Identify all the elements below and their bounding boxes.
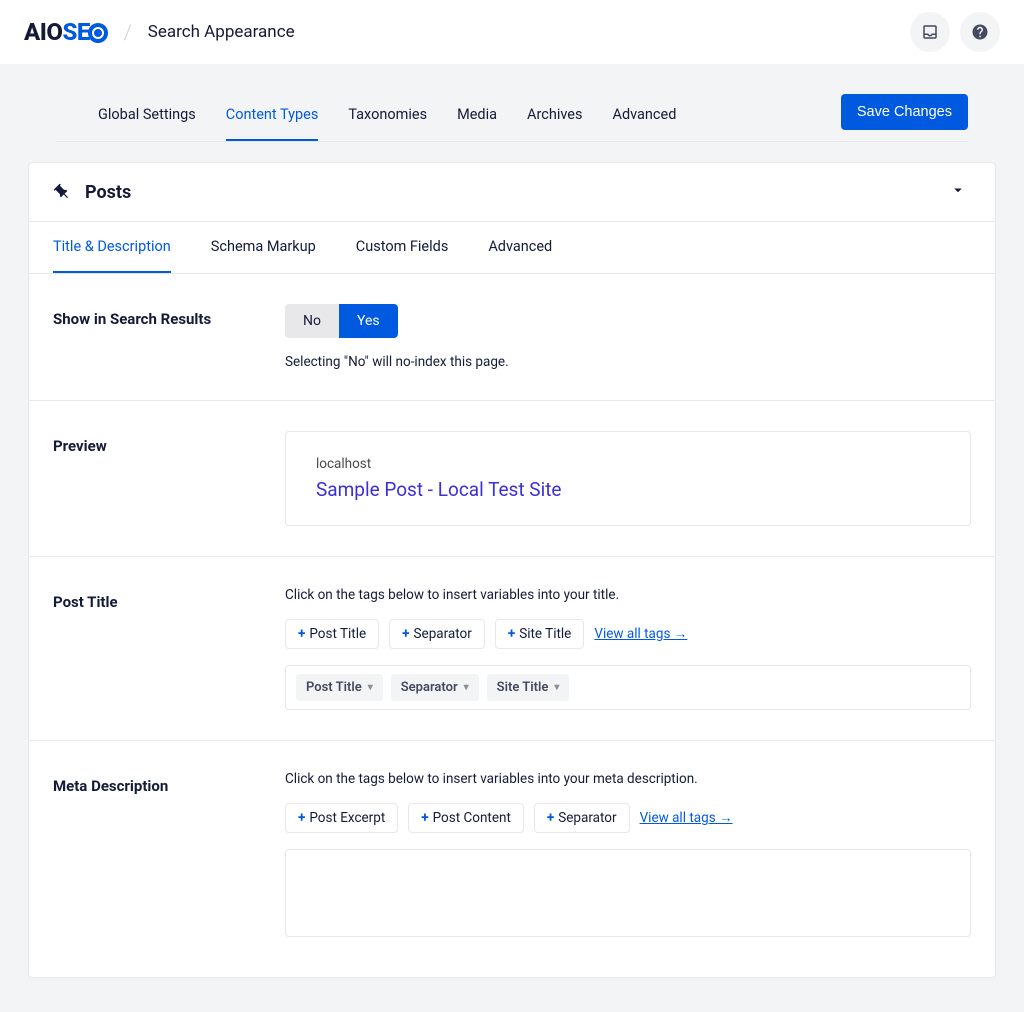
- pill-post-title[interactable]: Post Title▾: [296, 674, 383, 701]
- toggle-show-in-search: No Yes: [285, 304, 398, 338]
- main-tabs: Global Settings Content Types Taxonomies…: [98, 92, 676, 141]
- inner-tab-title-description[interactable]: Title & Description: [53, 222, 171, 273]
- content-show-in-search: No Yes Selecting "No" will no-index this…: [285, 304, 971, 370]
- row-show-in-search: Show in Search Results No Yes Selecting …: [29, 274, 995, 401]
- pill-site-title[interactable]: Site Title▾: [487, 674, 570, 701]
- tag-btn-meta-separator[interactable]: +Separator: [534, 803, 630, 833]
- gear-icon: [88, 23, 108, 43]
- content-preview: localhost Sample Post - Local Test Site: [285, 431, 971, 526]
- chevron-down-icon: [949, 181, 967, 203]
- tab-taxonomies[interactable]: Taxonomies: [348, 92, 427, 141]
- hint-show-in-search: Selecting "No" will no-index this page.: [285, 354, 971, 370]
- inner-tab-custom-fields[interactable]: Custom Fields: [356, 222, 449, 273]
- label-show-in-search: Show in Search Results: [53, 304, 285, 370]
- view-all-tags-title[interactable]: View all tags →: [594, 626, 687, 642]
- inner-tab-schema-markup[interactable]: Schema Markup: [211, 222, 316, 273]
- sub-nav: Global Settings Content Types Taxonomies…: [0, 92, 1024, 142]
- row-meta-description: Meta Description Click on the tags below…: [29, 741, 995, 977]
- sub-nav-wrapper: Global Settings Content Types Taxonomies…: [56, 92, 968, 142]
- row-post-title: Post Title Click on the tags below to in…: [29, 557, 995, 741]
- tab-archives[interactable]: Archives: [527, 92, 582, 141]
- plus-icon: +: [547, 810, 554, 826]
- tag-btn-post-content[interactable]: +Post Content: [408, 803, 524, 833]
- save-changes-button[interactable]: Save Changes: [841, 94, 968, 130]
- content-post-title: Click on the tags below to insert variab…: [285, 587, 971, 710]
- panel-title-wrap: Posts: [53, 182, 131, 203]
- preview-url: localhost: [316, 456, 940, 472]
- toggle-no[interactable]: No: [285, 304, 339, 338]
- row-preview: Preview localhost Sample Post - Local Te…: [29, 401, 995, 557]
- label-preview: Preview: [53, 431, 285, 526]
- chevron-down-icon: ▾: [464, 682, 469, 693]
- inner-tabs: Title & Description Schema Markup Custom…: [29, 221, 995, 274]
- label-post-title: Post Title: [53, 587, 285, 710]
- post-title-input[interactable]: Post Title▾ Separator▾ Site Title▾: [285, 665, 971, 710]
- plus-icon: +: [421, 810, 428, 826]
- top-left: AIOSE / Search Appearance: [24, 18, 295, 46]
- logo-text: AIOSE: [24, 18, 90, 46]
- plus-icon: +: [508, 626, 515, 642]
- tag-btn-separator[interactable]: +Separator: [389, 619, 485, 649]
- tag-btn-site-title[interactable]: +Site Title: [495, 619, 585, 649]
- breadcrumb: Search Appearance: [148, 22, 295, 42]
- pin-icon: [53, 183, 71, 201]
- inbox-icon: [921, 23, 939, 41]
- panel-header[interactable]: Posts: [29, 163, 995, 221]
- preview-box: localhost Sample Post - Local Test Site: [285, 431, 971, 526]
- tag-row-post-title: +Post Title +Separator +Site Title View …: [285, 619, 971, 649]
- plus-icon: +: [298, 810, 305, 826]
- chevron-down-icon: ▾: [368, 682, 373, 693]
- label-meta-description: Meta Description: [53, 771, 285, 937]
- help-button[interactable]: [960, 12, 1000, 52]
- help-icon: [971, 23, 989, 41]
- panel-title: Posts: [85, 182, 131, 203]
- posts-panel: Posts Title & Description Schema Markup …: [28, 162, 996, 978]
- logo[interactable]: AIOSE: [24, 18, 108, 46]
- meta-description-input[interactable]: [285, 849, 971, 937]
- toggle-yes[interactable]: Yes: [339, 304, 398, 338]
- tab-media[interactable]: Media: [457, 92, 497, 141]
- plus-icon: +: [298, 626, 305, 642]
- tab-global-settings[interactable]: Global Settings: [98, 92, 196, 141]
- inbox-button[interactable]: [910, 12, 950, 52]
- tag-row-meta-desc: +Post Excerpt +Post Content +Separator V…: [285, 803, 971, 833]
- tag-btn-post-title[interactable]: +Post Title: [285, 619, 379, 649]
- content-meta-description: Click on the tags below to insert variab…: [285, 771, 971, 937]
- tab-content-types[interactable]: Content Types: [226, 92, 319, 141]
- tag-btn-post-excerpt[interactable]: +Post Excerpt: [285, 803, 398, 833]
- hint-post-title: Click on the tags below to insert variab…: [285, 587, 971, 603]
- breadcrumb-divider: /: [124, 20, 132, 44]
- tab-advanced[interactable]: Advanced: [612, 92, 676, 141]
- page-content: Posts Title & Description Schema Markup …: [0, 162, 1024, 978]
- plus-icon: +: [402, 626, 409, 642]
- hint-meta-description: Click on the tags below to insert variab…: [285, 771, 971, 787]
- top-bar: AIOSE / Search Appearance: [0, 0, 1024, 64]
- view-all-tags-meta[interactable]: View all tags →: [640, 810, 733, 826]
- preview-title: Sample Post - Local Test Site: [316, 478, 940, 501]
- top-right: [910, 12, 1000, 52]
- chevron-down-icon: ▾: [554, 682, 559, 693]
- pill-separator[interactable]: Separator▾: [391, 674, 479, 701]
- inner-tab-advanced[interactable]: Advanced: [488, 222, 552, 273]
